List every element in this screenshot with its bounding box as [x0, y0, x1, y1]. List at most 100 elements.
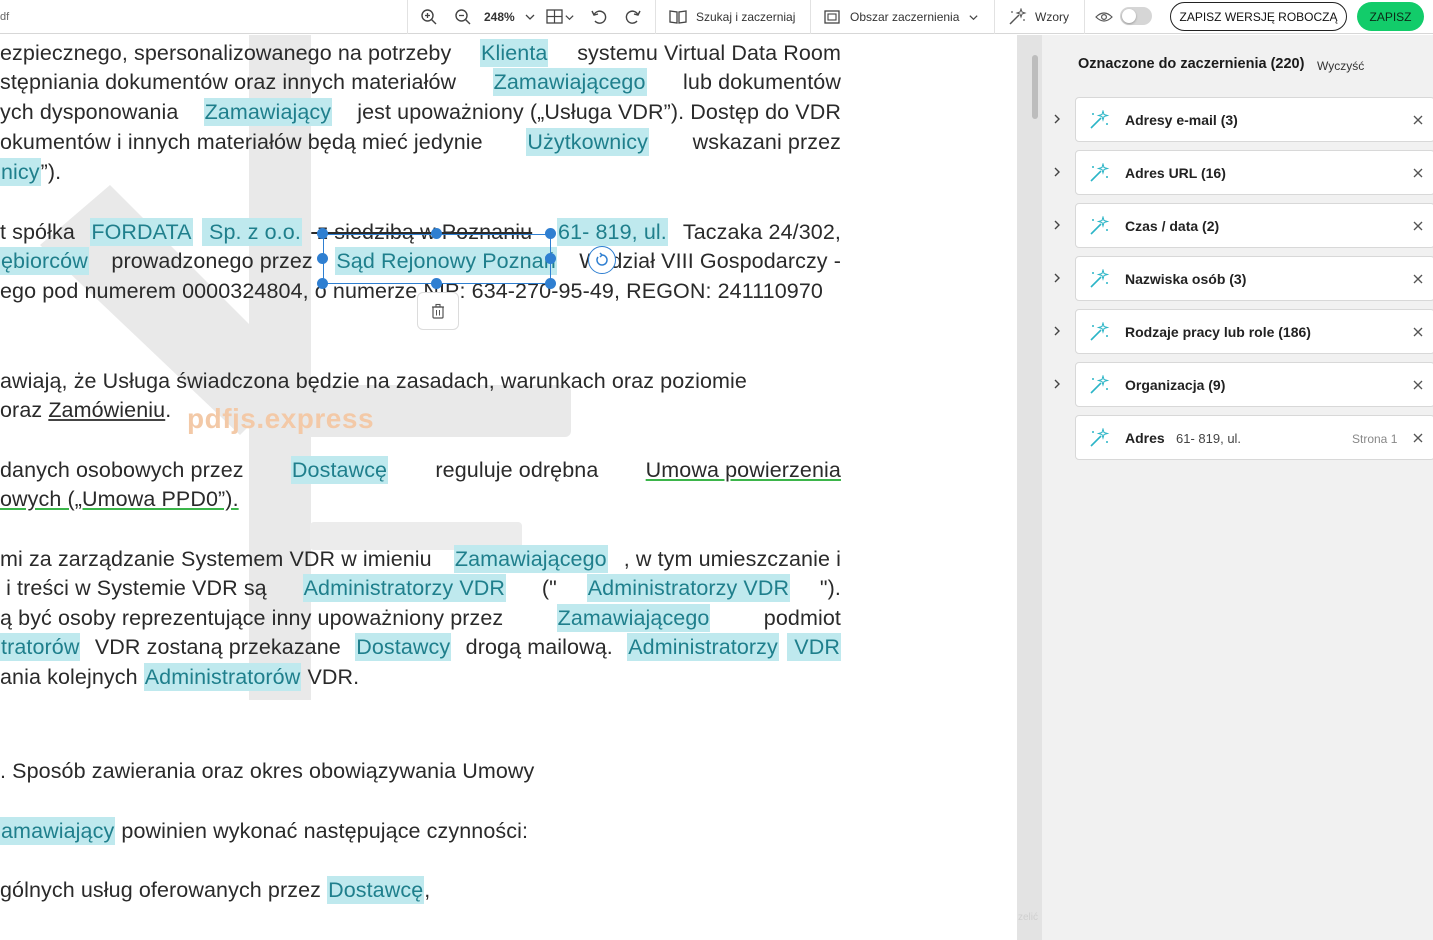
close-icon[interactable]	[1412, 220, 1424, 232]
rotate-handle[interactable]	[588, 246, 616, 274]
zoom-in-icon	[421, 9, 437, 25]
undo-icon	[591, 10, 607, 24]
chevron-right-icon[interactable]	[1050, 271, 1064, 285]
text-segment: jest upoważniony („Usługa VDR”). Dostęp …	[351, 100, 841, 124]
undo-button[interactable]	[586, 0, 612, 34]
redaction-highlight[interactable]: Sp. z o.o.	[201, 218, 302, 246]
resize-handle-nw[interactable]	[317, 228, 328, 239]
category-card[interactable]: Adresy e-mail (3)	[1075, 97, 1433, 142]
document-line: stępniania dokumentów oraz innych materi…	[0, 68, 841, 96]
zoom-dropdown[interactable]	[524, 0, 536, 34]
resize-handle-e[interactable]	[545, 253, 556, 264]
category-row-names: Nazwiska osób (3)	[1042, 256, 1433, 301]
document-line: okumentów i innych materiałów będą mieć …	[0, 128, 841, 156]
document-line: oraz Zamówieniu.	[0, 396, 841, 424]
save-draft-button[interactable]: ZAPISZ WERSJĘ ROBOCZĄ	[1170, 2, 1347, 31]
category-card[interactable]: Czas / data (2)	[1075, 203, 1433, 248]
redaction-highlight[interactable]: ębiorców	[0, 247, 89, 275]
redaction-highlight[interactable]: Administratorów	[143, 663, 302, 691]
redaction-highlight[interactable]: Zamawiającego	[492, 68, 647, 96]
redaction-highlight[interactable]: Klienta	[480, 39, 549, 67]
zoom-in-button[interactable]	[416, 0, 442, 34]
chevron-right-icon[interactable]	[1050, 112, 1064, 126]
resize-handle-n[interactable]	[431, 228, 442, 239]
area-redact-button[interactable]: Obszar zaczernienia	[823, 0, 979, 34]
single-redaction-row: Adres 61- 819, ul. Strona 1	[1042, 415, 1433, 460]
chevron-right-icon[interactable]	[1050, 324, 1064, 338]
redaction-highlight[interactable]: FORDATA	[90, 218, 193, 246]
redo-icon	[625, 10, 641, 24]
redo-button[interactable]	[620, 0, 646, 34]
redaction-highlight[interactable]: Administratorzy VDR	[302, 574, 507, 602]
document-line: awiają, że Usługa świadczona będzie na z…	[0, 367, 841, 395]
viewer-scrollbar-thumb[interactable]	[1032, 55, 1038, 119]
delete-redaction-button[interactable]	[417, 292, 459, 330]
redaction-highlight[interactable]: nicy	[0, 158, 41, 186]
text-segment: Taczaka 24/302,	[677, 220, 841, 244]
redaction-highlight[interactable]: Zamawiającego	[453, 545, 608, 573]
text-segment: powinien wykonać następujące czynności:	[115, 819, 529, 843]
text-segment: ”).	[40, 160, 62, 184]
text-segment: okumentów i innych materiałów będą mieć …	[0, 130, 489, 154]
resize-handle-w[interactable]	[317, 253, 328, 264]
redaction-highlight[interactable]: Administratorzy VDR	[586, 574, 791, 602]
close-icon[interactable]	[1412, 273, 1424, 285]
category-card[interactable]: Organizacja (9)	[1075, 362, 1433, 407]
category-label: Adres URL (16)	[1125, 165, 1226, 181]
close-icon[interactable]	[1412, 379, 1424, 391]
preview-toggle[interactable]	[1120, 7, 1152, 25]
resize-handle-sw[interactable]	[317, 278, 328, 289]
text-segment: ,	[424, 878, 431, 902]
text-segment: ania kolejnych	[0, 665, 144, 689]
redaction-highlight[interactable]: Dostawcę	[327, 876, 425, 904]
redaction-detail-text: 61- 819, ul.	[1176, 431, 1242, 446]
redaction-highlight[interactable]: Dostawcy	[355, 633, 452, 661]
magic-wand-icon	[1090, 375, 1110, 394]
chevron-right-icon[interactable]	[1050, 218, 1064, 232]
search-redact-button[interactable]: Szukaj i zaczerniaj	[668, 0, 795, 34]
category-card[interactable]: Rodzaje pracy lub role (186)	[1075, 309, 1433, 354]
chevron-right-icon[interactable]	[1050, 377, 1064, 391]
rotate-icon	[596, 252, 608, 266]
text-segment: drogą mailową.	[459, 635, 619, 659]
zoom-out-button[interactable]	[450, 0, 476, 34]
chevron-right-icon[interactable]	[1050, 165, 1064, 179]
redaction-highlight[interactable]: tratorów	[0, 633, 81, 661]
redaction-type-label: Adres	[1125, 430, 1165, 446]
text-segment: stępniania dokumentów oraz innych materi…	[0, 70, 463, 94]
category-card[interactable]: Adres URL (16)	[1075, 150, 1433, 195]
text-segment: awiają, że Usługa świadczona będzie na z…	[0, 369, 747, 393]
close-icon[interactable]	[1412, 114, 1424, 126]
area-redact-label: Obszar zaczernienia	[850, 10, 960, 24]
resize-handle-s[interactable]	[431, 278, 442, 289]
clear-all-link[interactable]: Wyczyść	[1317, 59, 1364, 73]
close-icon[interactable]	[1412, 167, 1424, 179]
preview-eye-button[interactable]	[1095, 0, 1113, 34]
redaction-highlight[interactable]: amawiający	[0, 817, 116, 845]
redaction-highlight[interactable]: Użytkownicy	[526, 128, 649, 156]
redaction-selection-box[interactable]	[323, 234, 551, 284]
redaction-highlight[interactable]: VDR	[787, 633, 841, 661]
viewer-scrollbar-track[interactable]	[1017, 35, 1042, 940]
category-card[interactable]: Nazwiska osób (3)	[1075, 256, 1433, 301]
zoom-level[interactable]: 248%	[484, 0, 515, 34]
redaction-highlight[interactable]: 61- 819, ul.	[557, 218, 668, 246]
close-icon[interactable]	[1412, 326, 1424, 338]
resize-handle-ne[interactable]	[545, 228, 556, 239]
single-redaction-card[interactable]: Adres 61- 819, ul. Strona 1	[1075, 415, 1433, 460]
redaction-highlight[interactable]: Zamawiający	[203, 98, 333, 126]
document-viewer[interactable]: pdfjs.express ezpiecznego, spersonalizow…	[0, 35, 1017, 940]
text-segment: lub dokumentów	[676, 70, 841, 94]
resize-handle-se[interactable]	[545, 278, 556, 289]
page-layout-button[interactable]	[546, 0, 578, 34]
patterns-button[interactable]: Wzory	[1007, 0, 1069, 34]
redaction-highlight[interactable]: Dostawcę	[290, 456, 389, 484]
text-segment: mi za zarządzanie Systemem VDR w imieniu	[0, 547, 438, 571]
redaction-highlight[interactable]: Administratorzy	[627, 633, 779, 661]
save-button[interactable]: ZAPISZ	[1357, 2, 1424, 31]
redaction-highlight[interactable]: Zamawiającego	[556, 604, 711, 632]
text-segment: reguluje odrębna	[429, 458, 605, 482]
close-icon[interactable]	[1412, 432, 1424, 444]
document-line: ą być osoby reprezentujące inny upoważni…	[0, 604, 841, 632]
toolbar-divider	[407, 0, 408, 34]
